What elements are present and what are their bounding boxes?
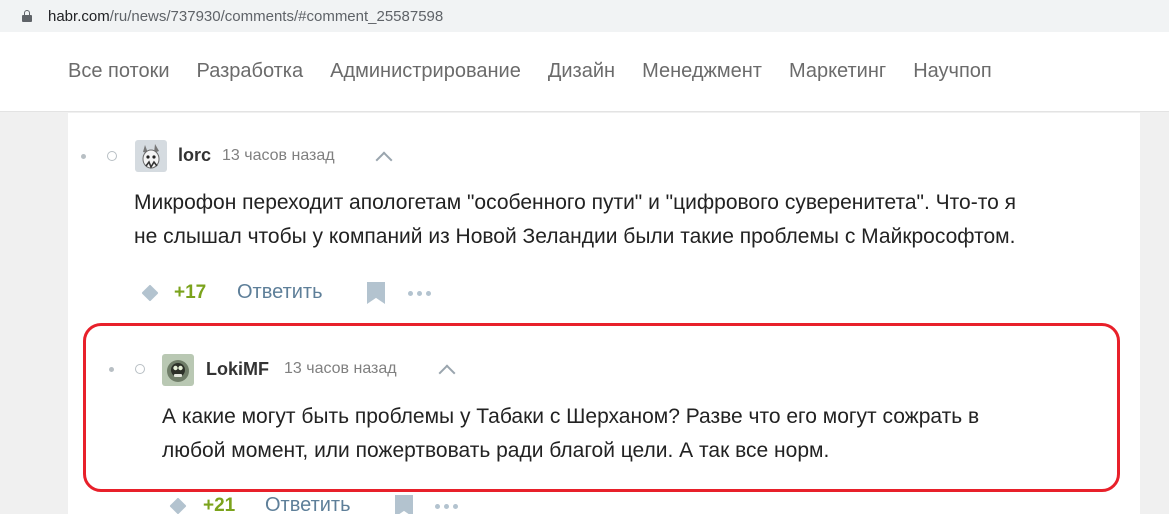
comment-body: А какие могут быть проблемы у Табаки с Ш… xyxy=(162,400,979,468)
comment-time[interactable]: 13 часов назад xyxy=(284,360,397,378)
url-path: /ru/news/737930/comments/#comment_255875… xyxy=(109,7,444,25)
reply-link[interactable]: Ответить xyxy=(237,281,323,304)
vote-icon[interactable] xyxy=(141,284,159,302)
comment-author[interactable]: lorc xyxy=(178,145,211,166)
thread-ring xyxy=(107,151,117,161)
nav-item-design[interactable]: Дизайн xyxy=(548,60,615,83)
thread-dot xyxy=(109,366,114,372)
comment-time[interactable]: 13 часов назад xyxy=(222,147,335,165)
more-icon[interactable] xyxy=(408,291,431,296)
nav-item-management[interactable]: Менеджмент xyxy=(642,60,762,83)
nav-item-all-flows[interactable]: Все потоки xyxy=(68,60,170,83)
vote-count: +21 xyxy=(203,495,236,514)
comment-author[interactable]: LokiMF xyxy=(206,359,269,380)
thread-indent-dots[interactable] xyxy=(81,151,117,161)
lock-icon[interactable] xyxy=(22,10,32,22)
comment-body: Микрофон переходит апологетам "особенног… xyxy=(134,186,1016,254)
vote-count: +17 xyxy=(174,282,207,303)
bookmark-icon[interactable] xyxy=(367,282,385,304)
thread-dot xyxy=(81,153,86,159)
reply-link[interactable]: Ответить xyxy=(265,494,351,514)
thread-indent-dots[interactable] xyxy=(109,364,145,374)
nav-item-popular-science[interactable]: Научпоп xyxy=(913,60,992,83)
nav-item-marketing[interactable]: Маркетинг xyxy=(789,60,886,83)
comment-line: не слышал чтобы у компаний из Новой Зела… xyxy=(134,225,1016,248)
url-host: habr.com xyxy=(48,7,110,25)
url-text[interactable]: habr.com/ru/news/737930/comments/#commen… xyxy=(48,8,443,25)
comment-line: Микрофон переходит апологетам "особенног… xyxy=(134,191,1016,214)
more-icon[interactable] xyxy=(435,504,458,509)
vote-icon[interactable] xyxy=(169,497,187,514)
nav-item-development[interactable]: Разработка xyxy=(197,60,304,83)
thread-ring xyxy=(135,364,145,374)
chevron-up-icon[interactable] xyxy=(438,364,456,382)
chevron-up-icon[interactable] xyxy=(375,151,393,169)
comment-line: любой момент, или пожертвовать ради благ… xyxy=(162,439,830,462)
avatar[interactable] xyxy=(135,140,167,172)
comments-panel: lorc 13 часов назад Микрофон переходит а… xyxy=(68,113,1140,514)
bookmark-icon[interactable] xyxy=(395,495,413,514)
comment-line: А какие могут быть проблемы у Табаки с Ш… xyxy=(162,405,980,428)
hub-nav: Все потоки Разработка Администрирование … xyxy=(0,32,1169,112)
nav-item-administration[interactable]: Администрирование xyxy=(330,60,521,83)
address-bar[interactable]: habr.com/ru/news/737930/comments/#commen… xyxy=(0,0,1169,32)
avatar[interactable] xyxy=(162,354,194,386)
